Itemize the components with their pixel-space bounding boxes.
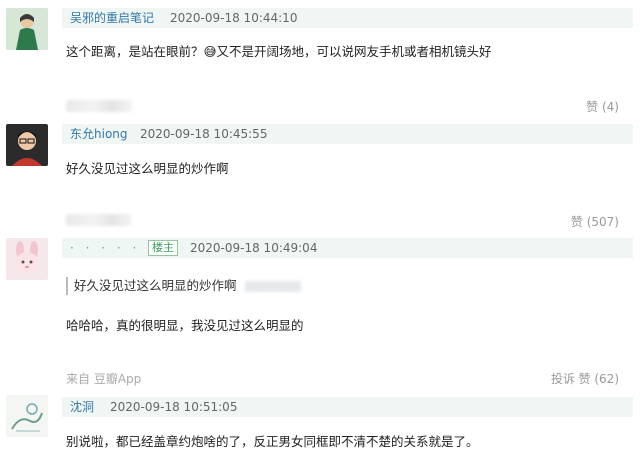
- comment-time: 2020-09-18 10:45:55: [140, 127, 268, 141]
- quote-text: 好久没见过这么明显的炒作啊: [74, 278, 237, 293]
- comment-user-link[interactable]: 东允hiong: [70, 125, 128, 143]
- comment-time: 2020-09-18 10:44:10: [170, 11, 298, 25]
- quote-blurred-author: [244, 281, 301, 292]
- comment-text: 这个距离，是站在眼前？😅又不是开阔场地，可以说网友手机或者相机镜头好: [66, 44, 492, 59]
- comment-header: · · · · · · 楼主 2020-09-18 10:49:04: [62, 238, 633, 258]
- avatar-sketch-icon: [6, 395, 48, 437]
- avatar[interactable]: [6, 238, 48, 280]
- comment-user-link[interactable]: · · · · · ·: [70, 240, 156, 256]
- avatar-figure-icon: [6, 8, 48, 50]
- comment-user-link[interactable]: 吴邪的重启笔记: [70, 9, 154, 27]
- report-button[interactable]: 投诉: [551, 370, 575, 388]
- comment-text: 好久没见过这么明显的炒作啊: [66, 161, 229, 176]
- quoted-reply: 好久没见过这么明显的炒作啊: [66, 277, 301, 295]
- author-badge: 楼主: [148, 240, 178, 256]
- comment-text: 别说啦，都已经盖章约炮啥的了，反正男女同框即不清不楚的关系就是了。: [66, 434, 479, 449]
- comment-source: 来自 豆瓣App: [66, 372, 142, 386]
- avatar[interactable]: [6, 8, 48, 50]
- comment-user-link[interactable]: 沈洞: [70, 398, 94, 416]
- comment-header: 沈洞 2020-09-18 10:51:05: [62, 397, 633, 417]
- like-button[interactable]: 赞 (507): [571, 213, 619, 231]
- comment-text: 哈哈哈，真的很明显，我没见过这么明显的: [66, 318, 304, 333]
- like-button[interactable]: 赞 (4): [586, 98, 619, 116]
- comment-header: 东允hiong 2020-09-18 10:45:55: [62, 124, 633, 144]
- comment-meta: 来自 豆瓣App 投诉 赞 (62): [0, 370, 641, 388]
- like-button[interactable]: 赞 (62): [579, 370, 619, 388]
- comment-meta: 赞 (507): [0, 213, 641, 231]
- avatar-person-icon: [6, 124, 48, 166]
- avatar[interactable]: [6, 124, 48, 166]
- comment-header: 吴邪的重启笔记 2020-09-18 10:44:10: [62, 8, 633, 28]
- comment-time: 2020-09-18 10:51:05: [110, 400, 238, 414]
- comment-time: 2020-09-18 10:49:04: [190, 241, 318, 255]
- avatar-cartoon-icon: [6, 238, 48, 280]
- avatar[interactable]: [6, 395, 48, 437]
- comment-meta: 赞 (4): [0, 98, 641, 116]
